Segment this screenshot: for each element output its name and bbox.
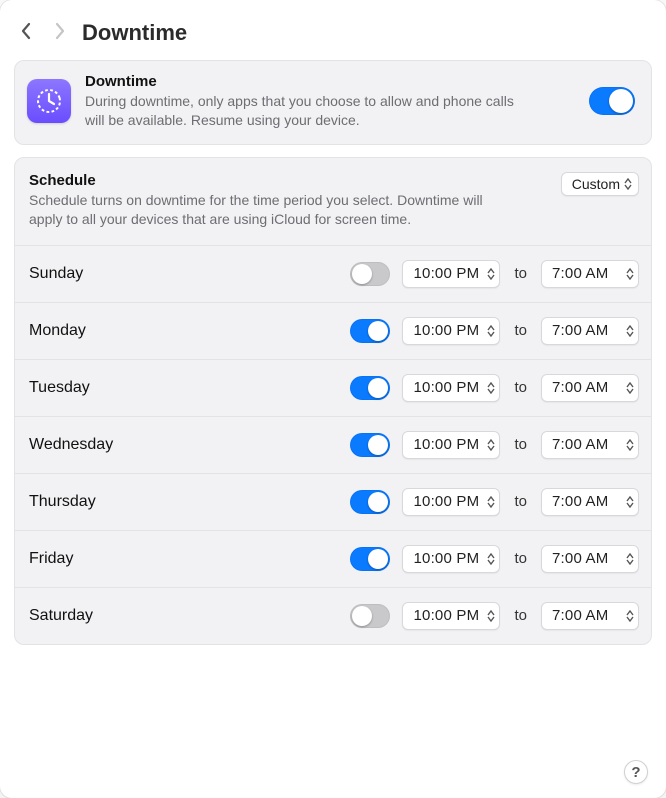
day-row-tuesday: Tuesday 10:00 PM to 7:00 AM <box>15 360 651 417</box>
downtime-icon <box>27 79 71 123</box>
day-to-time-thursday[interactable]: 7:00 AM <box>541 488 639 516</box>
day-row-saturday: Saturday 10:00 PM to 7:00 AM <box>15 588 651 644</box>
downtime-master-toggle[interactable] <box>589 87 635 115</box>
to-label: to <box>512 379 529 396</box>
day-from-time-friday[interactable]: 10:00 PM <box>402 545 500 573</box>
nav-buttons <box>20 22 66 44</box>
day-toggle-tuesday[interactable] <box>350 376 390 400</box>
to-label: to <box>512 265 529 282</box>
stepper-arrows-icon <box>626 610 634 622</box>
header: Downtime <box>14 14 652 60</box>
stepper-arrows-icon <box>626 439 634 451</box>
day-label-tuesday: Tuesday <box>29 379 149 397</box>
schedule-header: Schedule Schedule turns on downtime for … <box>15 158 651 246</box>
day-toggle-thursday[interactable] <box>350 490 390 514</box>
stepper-arrows-icon <box>487 610 495 622</box>
day-label-wednesday: Wednesday <box>29 436 149 454</box>
schedule-panel: Schedule Schedule turns on downtime for … <box>14 157 652 645</box>
schedule-description: Schedule turns on downtime for the time … <box>29 191 489 229</box>
downtime-card-text: Downtime During downtime, only apps that… <box>85 73 575 130</box>
to-label: to <box>512 493 529 510</box>
stepper-arrows-icon <box>487 382 495 394</box>
day-from-time-sunday[interactable]: 10:00 PM <box>402 260 500 288</box>
day-label-sunday: Sunday <box>29 265 149 283</box>
stepper-arrows-icon <box>626 496 634 508</box>
schedule-mode-popup[interactable]: Custom <box>561 172 639 196</box>
day-to-time-saturday[interactable]: 7:00 AM <box>541 602 639 630</box>
day-from-time-wednesday[interactable]: 10:00 PM <box>402 431 500 459</box>
day-toggle-monday[interactable] <box>350 319 390 343</box>
day-label-friday: Friday <box>29 550 149 568</box>
day-from-time-monday[interactable]: 10:00 PM <box>402 317 500 345</box>
day-from-time-tuesday[interactable]: 10:00 PM <box>402 374 500 402</box>
downtime-settings-window: Downtime Downtime During downtime, only … <box>0 0 666 798</box>
stepper-arrows-icon <box>487 268 495 280</box>
stepper-arrows-icon <box>487 496 495 508</box>
schedule-mode-label: Custom <box>572 176 620 192</box>
downtime-card-title: Downtime <box>85 73 575 90</box>
day-to-time-tuesday[interactable]: 7:00 AM <box>541 374 639 402</box>
stepper-arrows-icon <box>487 439 495 451</box>
day-toggle-wednesday[interactable] <box>350 433 390 457</box>
day-from-time-thursday[interactable]: 10:00 PM <box>402 488 500 516</box>
stepper-arrows-icon <box>626 325 634 337</box>
stepper-arrows-icon <box>487 325 495 337</box>
day-toggle-saturday[interactable] <box>350 604 390 628</box>
day-label-saturday: Saturday <box>29 607 149 625</box>
back-button[interactable] <box>20 22 32 44</box>
popup-arrows-icon <box>624 178 632 190</box>
to-label: to <box>512 322 529 339</box>
day-row-sunday: Sunday 10:00 PM to 7:00 AM <box>15 246 651 303</box>
day-from-time-saturday[interactable]: 10:00 PM <box>402 602 500 630</box>
stepper-arrows-icon <box>626 553 634 565</box>
day-to-time-friday[interactable]: 7:00 AM <box>541 545 639 573</box>
downtime-card-description: During downtime, only apps that you choo… <box>85 92 515 130</box>
day-label-thursday: Thursday <box>29 493 149 511</box>
to-label: to <box>512 436 529 453</box>
to-label: to <box>512 550 529 567</box>
page-title: Downtime <box>82 20 187 46</box>
day-label-monday: Monday <box>29 322 149 340</box>
day-to-time-wednesday[interactable]: 7:00 AM <box>541 431 639 459</box>
to-label: to <box>512 607 529 624</box>
day-row-monday: Monday 10:00 PM to 7:00 AM <box>15 303 651 360</box>
help-button[interactable]: ? <box>624 760 648 784</box>
day-row-friday: Friday 10:00 PM to 7:00 AM <box>15 531 651 588</box>
stepper-arrows-icon <box>626 268 634 280</box>
day-toggle-sunday[interactable] <box>350 262 390 286</box>
day-to-time-monday[interactable]: 7:00 AM <box>541 317 639 345</box>
stepper-arrows-icon <box>626 382 634 394</box>
forward-button[interactable] <box>54 22 66 44</box>
downtime-card: Downtime During downtime, only apps that… <box>14 60 652 145</box>
day-to-time-sunday[interactable]: 7:00 AM <box>541 260 639 288</box>
day-row-wednesday: Wednesday 10:00 PM to 7:00 AM <box>15 417 651 474</box>
stepper-arrows-icon <box>487 553 495 565</box>
schedule-title: Schedule <box>29 172 549 189</box>
day-toggle-friday[interactable] <box>350 547 390 571</box>
day-row-thursday: Thursday 10:00 PM to 7:00 AM <box>15 474 651 531</box>
